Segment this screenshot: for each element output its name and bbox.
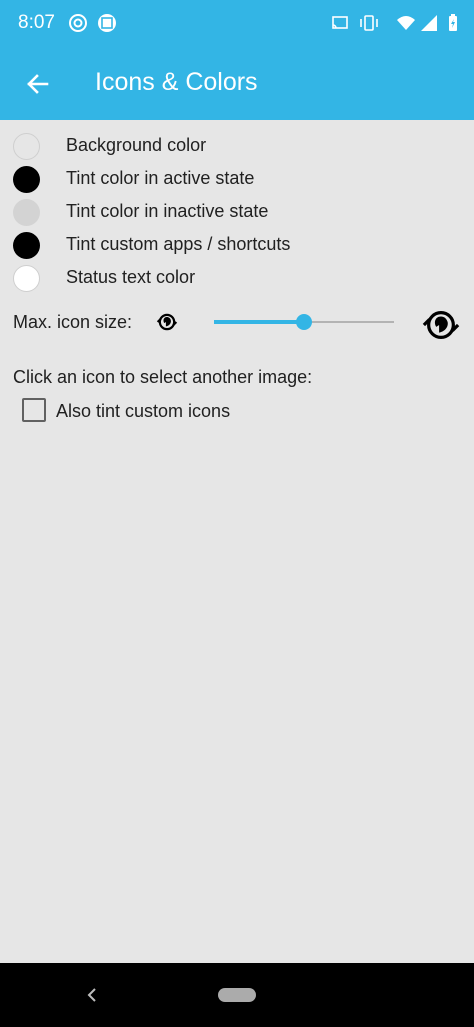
icon-preview-large-icon[interactable] <box>422 306 460 344</box>
settings-content: Background color Tint color in active st… <box>0 120 474 963</box>
screenshot-icon <box>98 14 116 32</box>
color-row-label: Tint custom apps / shortcuts <box>66 234 291 254</box>
tint-custom-icons-option[interactable]: Also tint custom icons <box>20 398 320 424</box>
color-row-background[interactable]: Background color <box>0 130 474 163</box>
tint-custom-icons-label: Also tint custom icons <box>56 401 231 421</box>
icon-preview-small-icon[interactable] <box>156 311 178 333</box>
color-row-inactive-tint[interactable]: Tint color in inactive state <box>0 196 474 229</box>
signal-icon <box>421 15 437 31</box>
cast-icon <box>332 16 348 29</box>
battery-icon <box>449 14 457 31</box>
color-row-label: Tint color in inactive state <box>66 201 269 221</box>
vibrate-icon <box>360 15 378 31</box>
color-row-custom-apps-tint[interactable]: Tint custom apps / shortcuts <box>0 229 474 262</box>
color-row-active-tint[interactable]: Tint color in active state <box>0 163 474 196</box>
color-row-status-text[interactable]: Status text color <box>0 262 474 295</box>
color-row-label: Tint color in active state <box>66 168 255 188</box>
select-image-hint: Click an icon to select another image: <box>13 367 313 387</box>
color-swatch[interactable] <box>13 265 40 292</box>
slider-track-fill <box>214 320 304 324</box>
nav-back-icon[interactable] <box>84 985 100 1005</box>
tint-custom-icons-checkbox[interactable] <box>22 398 46 422</box>
app-bar: Icons & Colors <box>0 48 474 120</box>
icon-size-label: Max. icon size: <box>13 312 133 332</box>
icon-size-row: Max. icon size: <box>0 306 474 340</box>
status-bar: 8:07 <box>0 0 474 48</box>
icon-size-slider[interactable] <box>214 308 394 336</box>
slider-thumb[interactable] <box>296 314 312 330</box>
color-row-label: Status text color <box>66 267 196 287</box>
notification-icon <box>69 14 87 32</box>
arrow-back-icon[interactable] <box>20 66 56 102</box>
color-row-label: Background color <box>66 135 207 155</box>
wifi-icon <box>397 16 415 30</box>
color-swatch[interactable] <box>13 166 40 193</box>
nav-home-pill[interactable] <box>218 988 256 1002</box>
page-title: Icons & Colors <box>95 68 258 96</box>
color-swatch[interactable] <box>13 133 40 160</box>
navigation-bar <box>0 963 474 1027</box>
color-swatch[interactable] <box>13 232 40 259</box>
color-swatch[interactable] <box>13 199 40 226</box>
status-time: 8:07 <box>18 12 55 33</box>
